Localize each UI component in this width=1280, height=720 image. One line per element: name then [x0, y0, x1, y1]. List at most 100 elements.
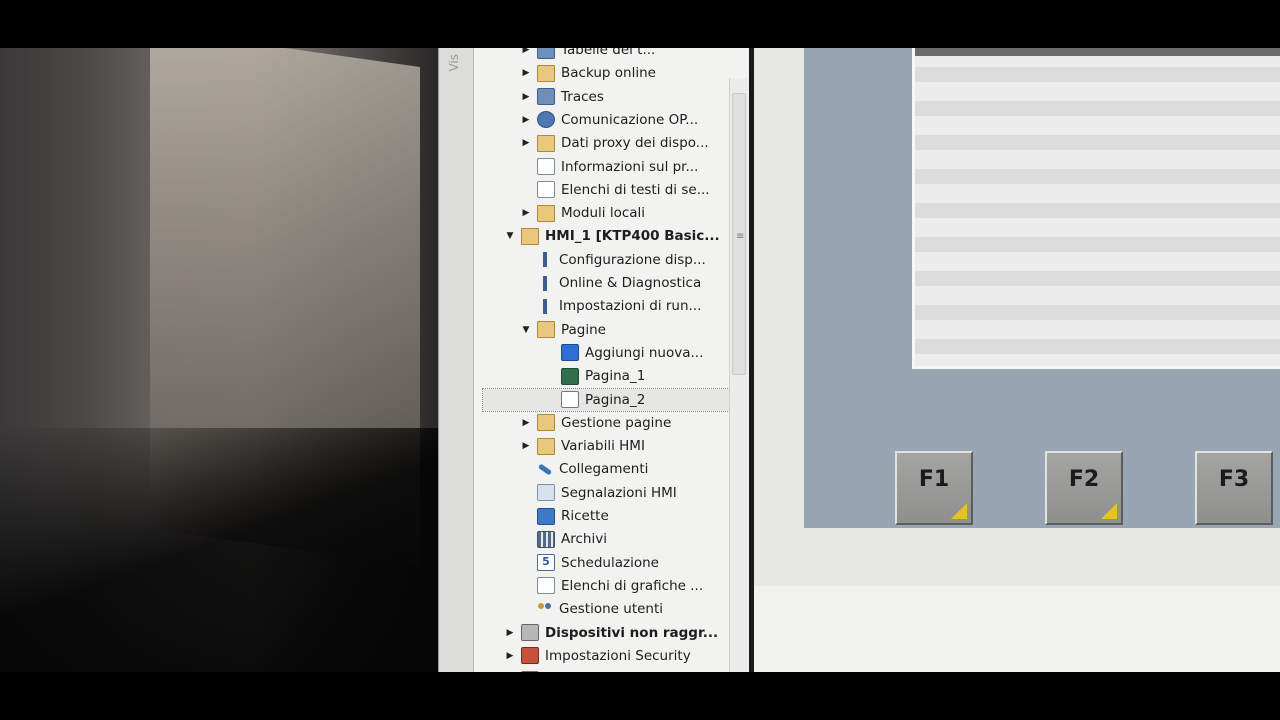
dark-shadow	[0, 428, 460, 672]
tree-item[interactable]: 5 Schedulazione	[519, 552, 659, 574]
tree-item[interactable]: Online & Diagnostica	[519, 272, 701, 294]
tree-item-label: Schedulazione	[561, 554, 659, 571]
tree-item[interactable]: Aggiungi nuova...	[543, 342, 703, 364]
screen-management-icon	[537, 414, 555, 432]
tree-item-label: Collegamenti	[559, 461, 649, 478]
tree-item[interactable]: ▶ Tabelle dei t...	[519, 48, 655, 61]
tree-item[interactable]: ▶ Dati proxy dei dispo...	[519, 132, 709, 154]
hmi-editor-area: F1 F2 F3	[754, 48, 1280, 672]
hmi-device-icon	[521, 227, 539, 245]
ungrouped-devices-icon	[521, 624, 539, 641]
tree-item[interactable]: ▼ Pagine	[519, 319, 606, 341]
page-start-icon	[561, 367, 579, 385]
tree-item[interactable]: ▶ Moduli locali	[519, 202, 645, 224]
collapse-arrow-icon[interactable]: ▼	[503, 231, 517, 241]
background-photo	[0, 48, 460, 672]
vertical-tab-strip[interactable]: Vis	[439, 48, 474, 672]
tree-item[interactable]: Archivi	[519, 528, 607, 550]
tree-item-label: Pagina_2	[585, 391, 646, 408]
expand-arrow-icon[interactable]: ▶	[519, 92, 533, 102]
tree-item[interactable]: ▶ Comunicazione OP...	[519, 109, 698, 131]
function-key-f2[interactable]: F2	[1045, 451, 1123, 525]
tree-item-label: Dati proxy dei dispo...	[561, 135, 709, 152]
function-key-label: F2	[1068, 467, 1100, 492]
device-config-icon	[537, 252, 553, 268]
tree-item-label: Segnalazioni HMI	[561, 484, 677, 501]
connections-icon	[537, 462, 553, 477]
scheduler-icon: 5	[537, 554, 555, 572]
tree-item[interactable]: ▶ Dispositivi non raggr...	[503, 622, 718, 644]
cross-device-icon	[521, 670, 539, 672]
proxy-data-icon	[537, 134, 555, 152]
page-icon	[561, 391, 579, 408]
expand-arrow-icon[interactable]: ▶	[519, 115, 533, 125]
tree-item-label: Dispositivi non raggr...	[545, 624, 719, 641]
tree-item[interactable]: Gestione utenti	[519, 598, 663, 620]
tree-item[interactable]: Impostazioni di run...	[519, 295, 701, 317]
tree-item-label: Configurazione disp...	[559, 251, 706, 268]
text-list-icon	[537, 181, 555, 199]
function-key-label: F3	[1218, 467, 1250, 492]
traces-icon	[537, 88, 555, 106]
info-icon	[537, 158, 555, 175]
expand-arrow-icon[interactable]: ▶	[519, 208, 533, 218]
recipes-icon	[537, 507, 555, 525]
tree-item-label: Online & Diagnostica	[559, 275, 702, 291]
tree-item[interactable]: Configurazione disp...	[519, 249, 706, 271]
tree-item[interactable]: ▼ HMI_1 [KTP400 Basic...	[503, 225, 720, 247]
tree-item-label: Pagina_1	[585, 368, 646, 385]
table-icon	[537, 48, 555, 59]
tree-item-label: Funzioni oltre i limiti d...	[545, 671, 707, 672]
expand-arrow-icon[interactable]: ▶	[519, 418, 533, 428]
archives-icon	[537, 530, 555, 548]
function-key-label: F1	[918, 467, 950, 492]
function-key-f3[interactable]: F3	[1195, 451, 1273, 525]
communication-icon	[537, 111, 555, 129]
expand-arrow-icon[interactable]: ▶	[519, 48, 533, 55]
tree-item[interactable]: ▶ Impostazioni Security	[503, 645, 691, 667]
tree-item[interactable]: ▶ Traces	[519, 86, 604, 108]
tree-item-label: Impostazioni di run...	[559, 298, 702, 315]
security-icon	[521, 647, 539, 665]
tree-item-label: Gestione utenti	[559, 601, 664, 618]
expand-arrow-icon[interactable]: ▶	[519, 68, 533, 78]
tree-item[interactable]: Informazioni sul pr...	[519, 156, 698, 178]
project-tree-panel: Vis ▶ Tabelle dei t... ▶ Backup online ▶ Trac…	[438, 48, 751, 672]
vertical-tab-label[interactable]: Vis	[447, 54, 461, 72]
splitter-grip-icon[interactable]: ≡	[736, 231, 744, 242]
tree-item-label: Aggiungi nuova...	[585, 344, 704, 361]
tree-item-label: Variabili HMI	[561, 438, 645, 455]
tree-item[interactable]: Elenchi di testi di se...	[519, 179, 710, 201]
runtime-settings-icon	[537, 298, 553, 314]
tree-item-label: Elenchi di grafiche ...	[561, 577, 704, 594]
expand-arrow-icon[interactable]: ▶	[503, 628, 517, 638]
hmi-device-base	[754, 586, 1280, 672]
collapse-arrow-icon[interactable]: ▼	[519, 325, 533, 335]
tree-item[interactable]: ▶ Gestione pagine	[519, 412, 671, 434]
tree-item-label: Informazioni sul pr...	[561, 158, 699, 175]
tree-item-label: HMI_1 [KTP400 Basic...	[545, 228, 720, 245]
function-key-f1[interactable]: F1	[895, 451, 973, 525]
tree-item-label: Impostazioni Security	[545, 647, 691, 664]
tree-item-label: Moduli locali	[561, 205, 646, 222]
tree-item[interactable]: ▶ Backup online	[519, 62, 656, 84]
tree-item[interactable]: Pagina_1	[543, 365, 645, 387]
backup-icon	[537, 64, 555, 82]
key-marker-icon	[951, 503, 967, 519]
tree-item[interactable]: Pagina_2	[482, 387, 731, 412]
tree-item[interactable]: Ricette	[519, 505, 609, 527]
tree-item[interactable]: ▶Funzioni oltre i limiti d...	[503, 668, 707, 672]
hmi-screen-canvas[interactable]	[912, 48, 1280, 369]
tree-item[interactable]: Collegamenti	[519, 458, 648, 480]
hmi-screen-topbar	[915, 48, 1280, 56]
tree-item-label: Elenchi di testi di se...	[561, 181, 710, 198]
expand-arrow-icon[interactable]: ▶	[503, 651, 517, 661]
tree-item[interactable]: ▶ Variabili HMI	[519, 435, 645, 457]
expand-arrow-icon[interactable]: ▶	[519, 138, 533, 148]
tree-item[interactable]: Segnalazioni HMI	[519, 482, 677, 504]
tree-item[interactable]: Elenchi di grafiche ...	[519, 575, 703, 597]
user-admin-icon	[537, 602, 553, 617]
project-tree: ▶ Tabelle dei t... ▶ Backup online ▶ Traces ▶ C…	[473, 48, 731, 672]
tree-item-label: Comunicazione OP...	[561, 111, 699, 128]
expand-arrow-icon[interactable]: ▶	[519, 441, 533, 451]
